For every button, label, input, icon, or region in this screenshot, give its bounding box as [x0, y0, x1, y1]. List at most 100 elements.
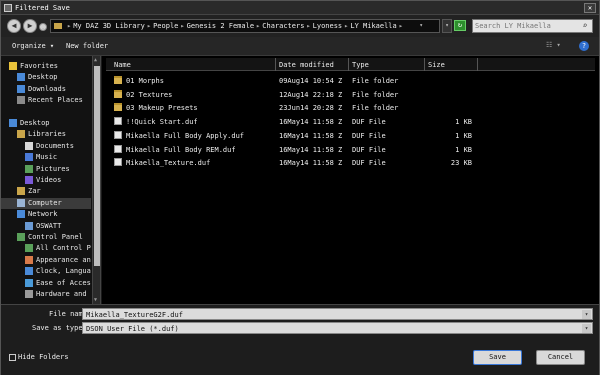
breadcrumb-item[interactable]: My DAZ 3D Library — [73, 22, 145, 30]
back-button[interactable]: ◀ — [7, 19, 21, 33]
nav-item-label: Music — [36, 153, 58, 162]
history-dropdown-icon[interactable]: ▾ — [39, 23, 47, 33]
breadcrumb-separator-icon[interactable]: ▸ — [304, 22, 312, 30]
nav-item-label: Clock, Languag — [36, 267, 91, 276]
nav-item-recent-places[interactable]: Recent Places — [1, 95, 91, 106]
column-header-name[interactable]: Name — [114, 61, 131, 71]
nav-item-desktop[interactable]: Desktop — [1, 72, 91, 83]
chevron-down-icon[interactable]: ▾ — [419, 22, 423, 29]
file-date: 23Jun14 20:28 Z — [279, 104, 343, 113]
nav-item-ease-of-access[interactable]: Ease of Access — [1, 278, 91, 289]
file-name: 02 Textures — [126, 90, 173, 99]
videos-icon — [25, 176, 33, 184]
new-folder-button[interactable]: New folder — [66, 42, 108, 50]
file-type: DUF File — [352, 145, 386, 154]
downloads-icon — [17, 84, 25, 93]
nav-item-label: Computer — [28, 198, 62, 207]
search-input[interactable] — [475, 21, 579, 31]
file-row[interactable]: 01 Morphs 09Aug14 10:54 Z File folder — [106, 74, 476, 87]
file-row[interactable]: Mikaella Full Body REM.duf 16May14 11:58 … — [106, 143, 476, 156]
nav-item-computer[interactable]: Computer — [1, 197, 91, 209]
refresh-button[interactable]: ↻ — [454, 20, 466, 31]
breadcrumb-item[interactable]: Genesis 2 Female — [187, 22, 254, 30]
nav-item-music[interactable]: Music — [1, 152, 91, 163]
search-box[interactable]: ⌕ — [472, 19, 593, 33]
nav-item-label: Appearance and — [36, 255, 91, 264]
navigation-scrollbar[interactable]: ▲ ▼ — [92, 56, 100, 304]
column-divider[interactable] — [348, 58, 349, 71]
recent-places-icon — [17, 96, 25, 105]
hardware-icon — [25, 290, 33, 298]
chevron-down-icon[interactable]: ▾ — [582, 310, 591, 319]
file-type: DUF File — [352, 159, 386, 168]
nav-item-hardware-and-s[interactable]: Hardware and S — [1, 289, 91, 300]
nav-item-label: Ease of Access — [36, 278, 91, 287]
nav-item-appearance-and[interactable]: Appearance and — [1, 255, 91, 266]
save-type-value: DSON User File (*.duf) — [86, 325, 179, 333]
breadcrumb-separator-icon[interactable]: ▸ — [397, 22, 405, 30]
nav-item-label: Desktop — [28, 73, 58, 82]
nav-item-downloads[interactable]: Downloads — [1, 84, 91, 95]
file-type: File folder — [352, 90, 399, 99]
nav-item-videos[interactable]: Videos — [1, 175, 91, 186]
file-name-input[interactable] — [86, 310, 576, 319]
breadcrumb[interactable]: ▸ My DAZ 3D Library ▸ People ▸ Genesis 2 Fema… — [50, 19, 440, 33]
navigation-pane: Favorites Desktop Downloads Recent Places De… — [1, 56, 101, 304]
column-divider[interactable] — [477, 58, 478, 71]
breadcrumb-item[interactable]: Characters — [262, 22, 304, 30]
nav-item-documents[interactable]: Documents — [1, 141, 91, 152]
cancel-button[interactable]: Cancel — [536, 350, 585, 365]
file-row[interactable]: 03 Makeup Presets 23Jun14 20:28 Z File fol… — [106, 101, 476, 114]
help-button[interactable]: ? — [579, 41, 589, 51]
column-header-date[interactable]: Date modified — [279, 61, 334, 71]
nav-item-zar[interactable]: Zar — [1, 186, 91, 197]
breadcrumb-item[interactable]: Lyoness — [313, 22, 343, 30]
organize-button[interactable]: Organize ▾ — [12, 42, 54, 50]
nav-item-favorites[interactable]: Favorites — [1, 61, 91, 72]
file-row[interactable]: 02 Textures 12Aug14 22:18 Z File folder — [106, 88, 476, 101]
search-icon[interactable]: ⌕ — [580, 21, 590, 31]
breadcrumb-separator-icon[interactable]: ▸ — [178, 22, 186, 30]
file-row[interactable]: Mikaella Full Body Apply.duf 16May14 11:5… — [106, 129, 476, 142]
address-row: ◀ ▶ ▾ ▸ My DAZ 3D Library ▸ People ▸ Genesis … — [1, 15, 599, 37]
breadcrumb-separator-icon[interactable]: ▸ — [145, 22, 153, 30]
nav-item-control-panel[interactable]: Control Panel — [1, 232, 91, 243]
nav-item-label: Downloads — [28, 84, 66, 93]
column-divider[interactable] — [424, 58, 425, 71]
scrollbar-thumb[interactable] — [94, 66, 100, 266]
nav-item-clock-languag[interactable]: Clock, Languag — [1, 266, 91, 277]
file-name: 03 Makeup Presets — [126, 104, 198, 113]
file-row[interactable]: !!Quick Start.duf 16May14 11:58 Z DUF File… — [106, 115, 476, 128]
save-button[interactable]: Save — [473, 350, 522, 365]
nav-item-label: Documents — [36, 141, 74, 150]
file-name: 01 Morphs — [126, 77, 164, 85]
file-name-field[interactable]: ▾ — [82, 308, 593, 320]
column-divider[interactable] — [275, 58, 276, 71]
chevron-down-icon[interactable]: ▾ — [582, 324, 591, 333]
desktop-icon — [17, 73, 25, 82]
nav-item-pictures[interactable]: Pictures — [1, 164, 91, 175]
close-button[interactable]: ✕ — [584, 3, 596, 13]
view-options-icon[interactable]: ☷ ▾ — [546, 41, 562, 52]
hide-folders-button[interactable]: Hide Folders — [9, 353, 69, 361]
column-header-size[interactable]: Size — [428, 61, 445, 71]
file-icon — [114, 144, 122, 153]
save-type-select[interactable]: DSON User File (*.duf) ▾ — [82, 322, 593, 334]
address-dropdown-button[interactable]: ▾ — [442, 19, 452, 33]
nav-item-libraries[interactable]: Libraries — [1, 129, 91, 140]
breadcrumb-item[interactable]: LY Mikaella — [350, 22, 396, 30]
file-date: 16May14 11:58 Z — [279, 131, 343, 140]
nav-item-label: All Control Par — [36, 244, 91, 253]
forward-button[interactable]: ▶ — [23, 19, 37, 33]
file-size: 1 KB — [455, 145, 472, 154]
nav-item-desktop[interactable]: Desktop — [1, 118, 91, 129]
nav-item-label: Desktop — [20, 119, 50, 127]
nav-item-network[interactable]: Network — [1, 209, 91, 220]
file-row[interactable]: Mikaella_Texture.duf 16May14 11:58 Z DUF F… — [106, 156, 476, 169]
nav-item-all-control-par[interactable]: All Control Par — [1, 243, 91, 254]
column-header-type[interactable]: Type — [352, 61, 369, 71]
nav-item-oswatt[interactable]: OSWATT — [1, 221, 91, 232]
nav-item-label: Favorites — [20, 62, 58, 70]
nav-item-label: Videos — [36, 176, 62, 184]
breadcrumb-item[interactable]: People — [153, 22, 178, 30]
